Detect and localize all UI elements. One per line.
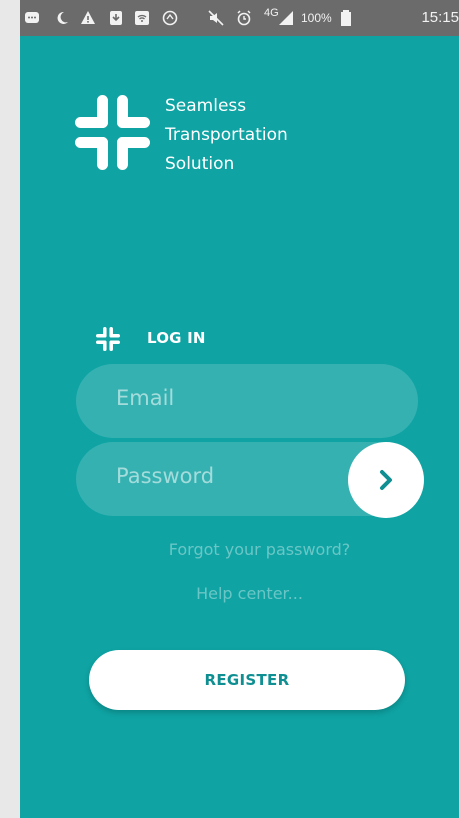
forgot-password-link[interactable]: Forgot your password? xyxy=(40,540,459,559)
register-button[interactable]: REGISTER xyxy=(89,650,405,710)
login-logo-icon xyxy=(96,327,120,351)
help-center-link[interactable]: Help center... xyxy=(30,584,459,603)
message-icon xyxy=(25,12,39,23)
wifi-icon xyxy=(135,11,149,25)
battery-percent: 100% xyxy=(301,11,332,25)
moon-icon xyxy=(57,11,68,24)
alarm-icon xyxy=(237,10,251,26)
password-placeholder: Password xyxy=(116,464,215,488)
battery-icon xyxy=(341,10,351,26)
brand-line-3: Solution xyxy=(165,154,235,174)
login-header: LOG IN xyxy=(147,329,206,347)
warning-icon xyxy=(81,11,95,24)
network-type: 4G xyxy=(264,7,279,19)
signal-icon xyxy=(279,11,293,25)
mute-icon xyxy=(208,10,224,26)
email-field[interactable]: Email xyxy=(76,364,418,438)
login-submit-button[interactable] xyxy=(348,442,424,518)
brand-line-1: Seamless xyxy=(165,96,247,116)
clock: 15:15 xyxy=(421,9,459,26)
app-screen: 4G 100% 15:15 Seamless Transportation So… xyxy=(20,0,459,818)
email-placeholder: Email xyxy=(116,386,175,410)
status-bar: 4G 100% 15:15 xyxy=(20,0,459,36)
register-label: REGISTER xyxy=(204,671,290,689)
device-frame: 4G 100% 15:15 Seamless Transportation So… xyxy=(0,0,459,818)
download-icon xyxy=(110,11,122,25)
compass-icon xyxy=(162,10,178,26)
logo-icon xyxy=(75,95,150,170)
chevron-right-icon xyxy=(380,470,392,490)
brand-line-2: Transportation xyxy=(165,125,288,145)
brand-tagline: Seamless Transportation Solution xyxy=(165,92,288,179)
